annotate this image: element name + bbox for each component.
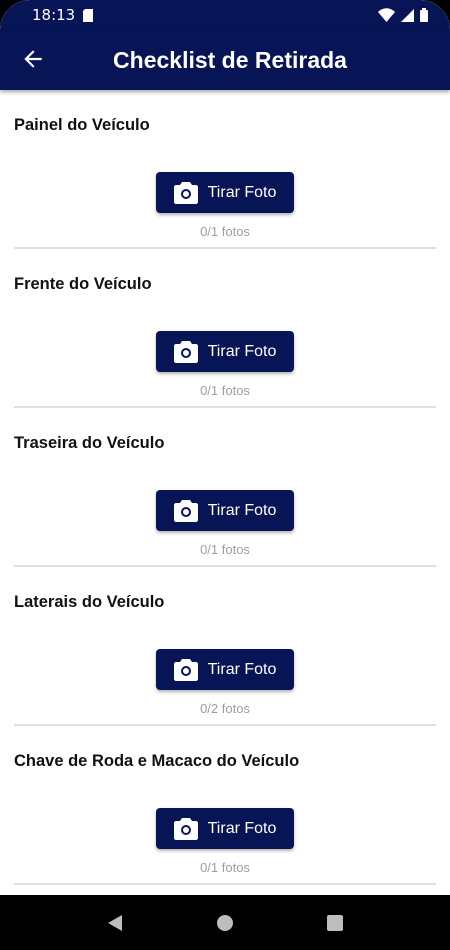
battery-icon xyxy=(420,8,428,22)
section-traseira: Traseira do Veículo Tirar Foto 0/1 fotos xyxy=(14,408,436,567)
take-photo-label: Tirar Foto xyxy=(207,501,277,519)
camera-icon xyxy=(173,181,198,204)
signal-icon xyxy=(401,8,414,22)
checklist: Painel do Veículo Tirar Foto 0/1 fotos F… xyxy=(0,90,450,885)
take-photo-button[interactable]: Tirar Foto xyxy=(156,172,294,213)
photo-count: 0/1 fotos xyxy=(200,860,250,875)
take-photo-button[interactable]: Tirar Foto xyxy=(156,490,294,531)
camera-icon xyxy=(173,817,198,840)
status-time: 18:13 xyxy=(32,6,76,24)
camera-icon xyxy=(173,658,198,681)
sd-card-icon xyxy=(83,8,94,22)
take-photo-label: Tirar Foto xyxy=(207,183,277,201)
section-laterais: Laterais do Veículo Tirar Foto 0/2 fotos xyxy=(14,567,436,726)
photo-count: 0/1 fotos xyxy=(200,383,250,398)
section-frente: Frente do Veículo Tirar Foto 0/1 fotos xyxy=(14,249,436,408)
photo-count: 0/2 fotos xyxy=(200,701,250,716)
take-photo-button[interactable]: Tirar Foto xyxy=(156,331,294,372)
section-painel: Painel do Veículo Tirar Foto 0/1 fotos xyxy=(14,90,436,249)
section-title: Chave de Roda e Macaco do Veículo xyxy=(14,752,300,770)
camera-icon xyxy=(173,340,198,363)
nav-home-icon[interactable] xyxy=(210,908,240,938)
top-bar: 18:13 Checklist de Retirada xyxy=(0,0,450,90)
section-title: Frente do Veículo xyxy=(14,275,152,293)
take-photo-button[interactable]: Tirar Foto xyxy=(156,808,294,849)
camera-icon xyxy=(173,499,198,522)
take-photo-label: Tirar Foto xyxy=(207,660,277,678)
app-bar: Checklist de Retirada xyxy=(0,30,450,90)
photo-count: 0/1 fotos xyxy=(200,224,250,239)
section-title: Laterais do Veículo xyxy=(14,593,165,611)
section-title: Painel do Veículo xyxy=(14,116,150,134)
section-chave-macaco: Chave de Roda e Macaco do Veículo Tirar … xyxy=(14,726,436,885)
page-title: Checklist de Retirada xyxy=(113,46,347,73)
take-photo-label: Tirar Foto xyxy=(207,342,277,360)
nav-back-icon[interactable] xyxy=(100,908,130,938)
phone-screen: 18:13 Checklist de Retirada Painel do Ve… xyxy=(0,0,450,950)
system-nav-bar xyxy=(0,895,450,950)
nav-recents-icon[interactable] xyxy=(320,908,350,938)
wifi-icon xyxy=(378,8,395,22)
take-photo-label: Tirar Foto xyxy=(207,819,277,837)
take-photo-button[interactable]: Tirar Foto xyxy=(156,649,294,690)
arrow-left-icon[interactable] xyxy=(20,46,46,72)
status-bar: 18:13 xyxy=(0,0,450,30)
section-title: Traseira do Veículo xyxy=(14,434,165,452)
photo-count: 0/1 fotos xyxy=(200,542,250,557)
